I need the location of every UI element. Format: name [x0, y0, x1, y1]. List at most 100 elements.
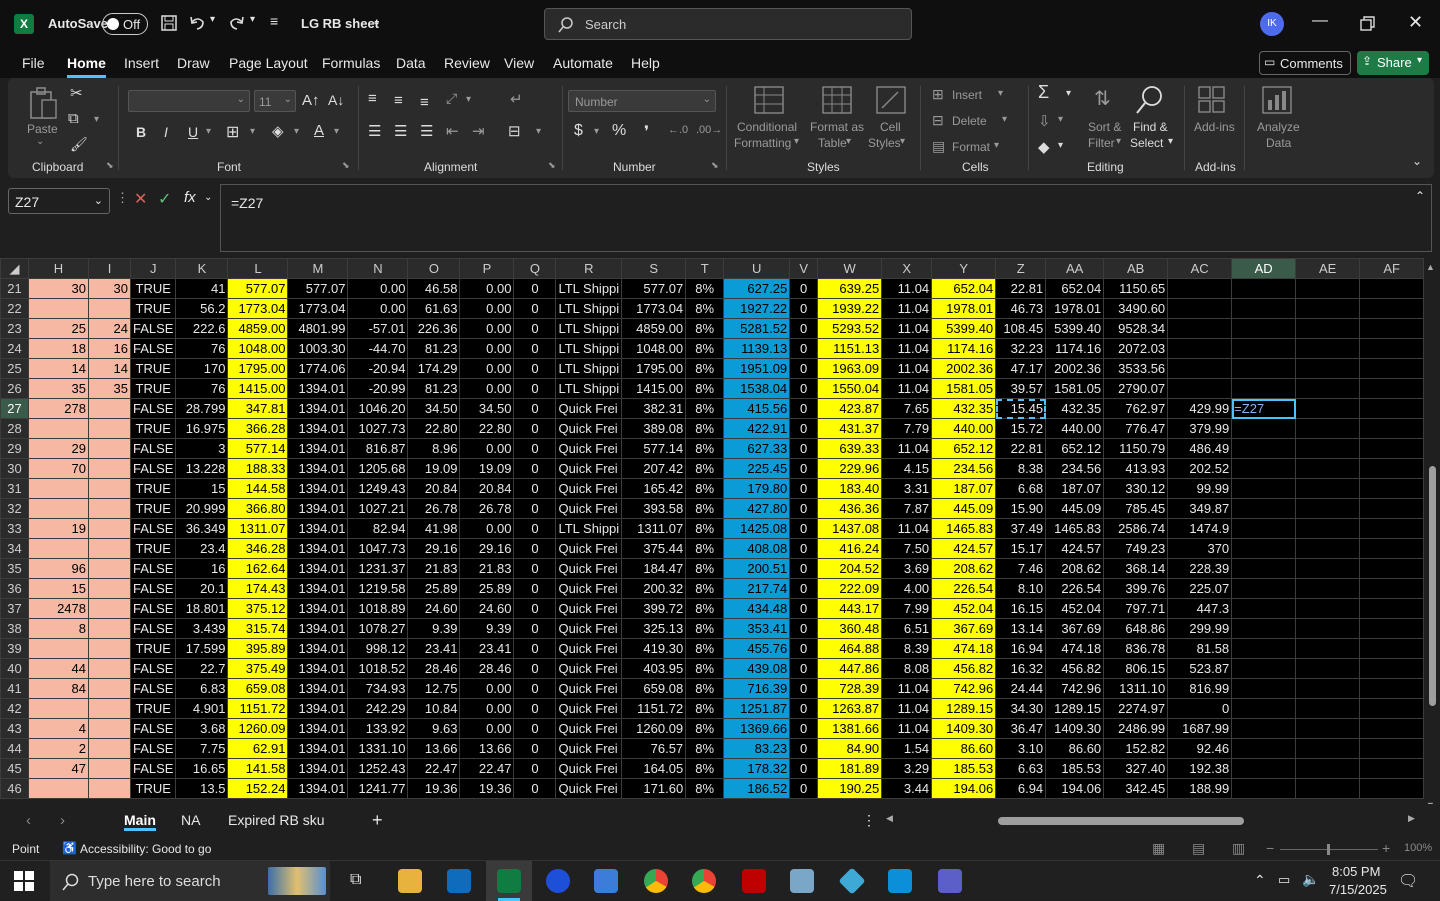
cell-i33[interactable]	[88, 518, 131, 539]
cell-m39[interactable]: 1394.01	[287, 638, 349, 659]
app-diamond-icon[interactable]	[838, 867, 866, 895]
cell-ad26[interactable]	[1231, 378, 1297, 399]
font-size-dropdown[interactable]: 11 ⌄	[254, 90, 296, 112]
cell-n44[interactable]: 1331.10	[347, 738, 409, 759]
cell-z33[interactable]: 37.49	[995, 518, 1047, 539]
cell-ad33[interactable]	[1231, 518, 1297, 539]
merge-chevron-icon[interactable]: ▾	[536, 126, 541, 137]
cell-z32[interactable]: 15.90	[995, 498, 1047, 519]
cell-i21[interactable]: 30	[88, 278, 131, 299]
cell-q39[interactable]: 0	[513, 638, 557, 659]
cell-ac31[interactable]: 99.99	[1167, 478, 1233, 499]
cell-z21[interactable]: 22.81	[995, 278, 1047, 299]
cell-q33[interactable]: 0	[513, 518, 557, 539]
cell-w35[interactable]: 204.52	[817, 558, 883, 579]
column-header-ac[interactable]: AC	[1167, 258, 1233, 279]
cell-p36[interactable]: 25.89	[459, 578, 515, 599]
cell-y37[interactable]: 452.04	[931, 598, 997, 619]
cell-u33[interactable]: 1425.08	[723, 518, 791, 539]
cell-ad30[interactable]	[1231, 458, 1297, 479]
cell-i26[interactable]: 35	[88, 378, 131, 399]
cell-ae40[interactable]	[1295, 658, 1361, 679]
format-as-table-label-2[interactable]: Table	[818, 136, 847, 150]
cell-p45[interactable]: 22.47	[459, 758, 515, 779]
cell-i32[interactable]	[88, 498, 131, 519]
cell-ab38[interactable]: 648.86	[1103, 618, 1169, 639]
cell-aa32[interactable]: 445.09	[1045, 498, 1105, 519]
cell-i46[interactable]	[88, 778, 131, 799]
borders-icon[interactable]: ⊞	[226, 122, 239, 142]
font-name-dropdown[interactable]: ⌄	[128, 90, 250, 112]
cell-t21[interactable]: 8%	[685, 278, 725, 299]
row-header[interactable]: 25	[0, 358, 29, 379]
cell-y32[interactable]: 445.09	[931, 498, 997, 519]
column-header-u[interactable]: U	[723, 258, 791, 279]
cell-ad43[interactable]	[1231, 718, 1297, 739]
format-cells-icon[interactable]: ▤	[932, 138, 945, 155]
column-header-af[interactable]: AF	[1359, 258, 1425, 279]
cell-k46[interactable]: 13.5	[175, 778, 229, 799]
row-header[interactable]: 36	[0, 578, 29, 599]
cell-r45[interactable]: Quick Frei	[555, 758, 623, 779]
cell-s34[interactable]: 375.44	[621, 538, 687, 559]
cell-o34[interactable]: 29.16	[407, 538, 461, 559]
cell-o39[interactable]: 23.41	[407, 638, 461, 659]
cell-o42[interactable]: 10.84	[407, 698, 461, 719]
cell-t33[interactable]: 8%	[685, 518, 725, 539]
cell-l45[interactable]: 141.58	[227, 758, 289, 779]
cell-h44[interactable]: 2	[28, 738, 89, 759]
cell-af33[interactable]	[1359, 518, 1425, 539]
column-header-j[interactable]: J	[129, 258, 177, 279]
cell-ae43[interactable]	[1295, 718, 1361, 739]
fill-chevron-icon[interactable]: ▾	[1058, 114, 1063, 125]
cell-n41[interactable]: 734.93	[347, 678, 409, 699]
cell-ad31[interactable]	[1231, 478, 1297, 499]
cell-q29[interactable]: 0	[513, 438, 557, 459]
column-header-l[interactable]: L	[227, 258, 289, 279]
cell-o30[interactable]: 19.09	[407, 458, 461, 479]
cell-ad41[interactable]	[1231, 678, 1297, 699]
cell-z39[interactable]: 16.94	[995, 638, 1047, 659]
cell-n37[interactable]: 1018.89	[347, 598, 409, 619]
chrome-profile-icon[interactable]	[692, 869, 716, 893]
cell-af43[interactable]	[1359, 718, 1425, 739]
cell-n30[interactable]: 1205.68	[347, 458, 409, 479]
cell-h41[interactable]: 84	[28, 678, 89, 699]
cell-u23[interactable]: 5281.52	[723, 318, 791, 339]
cell-i24[interactable]: 16	[88, 338, 131, 359]
cell-af39[interactable]	[1359, 638, 1425, 659]
cell-m36[interactable]: 1394.01	[287, 578, 349, 599]
cell-y30[interactable]: 234.56	[931, 458, 997, 479]
column-header-ae[interactable]: AE	[1295, 258, 1361, 279]
select-all-corner[interactable]: ◢	[0, 258, 29, 279]
cell-ab39[interactable]: 836.78	[1103, 638, 1169, 659]
cell-l39[interactable]: 395.89	[227, 638, 289, 659]
more-icon[interactable]: ⋮	[862, 812, 876, 829]
clear-icon[interactable]: ◆	[1038, 138, 1050, 156]
cell-j38[interactable]: FALSE	[129, 618, 177, 639]
menu-formulas[interactable]: Formulas	[322, 55, 380, 71]
column-header-i[interactable]: I	[88, 258, 131, 279]
customize-toolbar-icon[interactable]: ≡	[270, 13, 278, 29]
cell-m44[interactable]: 1394.01	[287, 738, 349, 759]
cell-p41[interactable]: 0.00	[459, 678, 515, 699]
format-cells-label[interactable]: Format	[952, 140, 990, 154]
cell-af28[interactable]	[1359, 418, 1425, 439]
cell-n45[interactable]: 1252.43	[347, 758, 409, 779]
cell-l26[interactable]: 1415.00	[227, 378, 289, 399]
fill-chevron-icon[interactable]: ▾	[294, 126, 299, 137]
cell-k28[interactable]: 16.975	[175, 418, 229, 439]
cell-l29[interactable]: 577.14	[227, 438, 289, 459]
underline-button[interactable]: U	[188, 124, 198, 140]
cell-u32[interactable]: 427.80	[723, 498, 791, 519]
cell-aa24[interactable]: 1174.16	[1045, 338, 1105, 359]
cell-v44[interactable]: 0	[789, 738, 819, 759]
cell-q40[interactable]: 0	[513, 658, 557, 679]
cell-ab34[interactable]: 749.23	[1103, 538, 1169, 559]
cell-w29[interactable]: 639.33	[817, 438, 883, 459]
cell-af34[interactable]	[1359, 538, 1425, 559]
format-table-chevron-icon[interactable]: ▾	[846, 136, 851, 147]
cell-u38[interactable]: 353.41	[723, 618, 791, 639]
cell-u35[interactable]: 200.51	[723, 558, 791, 579]
cell-x29[interactable]: 11.04	[881, 438, 933, 459]
